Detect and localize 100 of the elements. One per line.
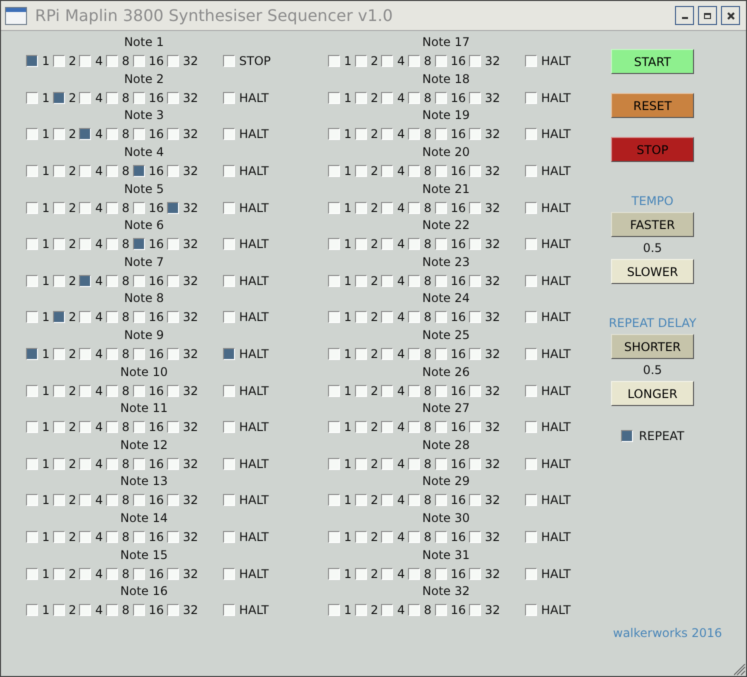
checkbox[interactable] [408,604,420,616]
checkbox[interactable] [223,92,236,104]
checkbox[interactable] [26,238,38,250]
checkbox[interactable] [106,494,118,506]
checkbox[interactable] [79,568,92,580]
checkbox[interactable] [468,494,481,506]
checkbox[interactable] [354,238,367,250]
checkbox[interactable] [166,421,179,434]
checkbox[interactable] [381,238,394,250]
checkbox[interactable] [79,238,92,250]
checkbox[interactable] [525,568,538,580]
checkbox[interactable] [223,165,236,178]
checkbox[interactable] [132,604,145,616]
checkbox[interactable] [381,494,394,506]
checkbox[interactable] [166,604,179,616]
checkbox[interactable] [525,92,538,104]
checkbox[interactable] [223,348,236,360]
checkbox[interactable] [381,348,394,360]
checkbox[interactable] [166,568,179,580]
checkbox[interactable] [408,311,420,324]
maximize-button[interactable] [698,6,717,25]
checkbox[interactable] [468,458,481,470]
checkbox[interactable] [223,494,236,506]
checkbox[interactable] [408,238,420,250]
checkbox[interactable] [52,494,65,506]
checkbox[interactable] [434,128,447,140]
checkbox[interactable] [52,55,65,68]
checkbox[interactable] [328,202,340,214]
checkbox[interactable] [408,92,420,104]
checkbox[interactable] [106,604,118,616]
checkbox[interactable] [26,128,38,140]
checkbox[interactable] [79,202,92,214]
checkbox[interactable] [408,568,420,580]
checkbox[interactable] [354,531,367,544]
checkbox[interactable] [26,311,38,324]
checkbox[interactable] [354,311,367,324]
checkbox[interactable] [223,202,236,214]
checkbox[interactable] [26,604,38,616]
checkbox[interactable] [354,384,367,397]
checkbox[interactable] [106,202,118,214]
checkbox[interactable] [106,238,118,250]
checkbox[interactable] [434,55,447,68]
checkbox[interactable] [354,568,367,580]
checkbox[interactable] [52,238,65,250]
checkbox[interactable] [328,458,340,470]
checkbox[interactable] [620,430,633,442]
action-button[interactable]: SLOWER [611,259,694,284]
checkbox[interactable] [408,384,420,397]
checkbox[interactable] [434,348,447,360]
checkbox[interactable] [468,531,481,544]
checkbox[interactable] [354,55,367,68]
checkbox[interactable] [434,604,447,616]
checkbox[interactable] [328,348,340,360]
checkbox[interactable] [328,421,340,434]
checkbox[interactable] [434,165,447,178]
checkbox[interactable] [434,384,447,397]
checkbox[interactable] [26,92,38,104]
checkbox[interactable] [223,311,236,324]
checkbox[interactable] [52,311,65,324]
checkbox[interactable] [328,604,340,616]
close-button[interactable] [721,6,740,25]
checkbox[interactable] [381,531,394,544]
checkbox[interactable] [525,274,538,287]
checkbox[interactable] [408,494,420,506]
checkbox[interactable] [166,494,179,506]
action-button[interactable]: LONGER [611,381,694,406]
checkbox[interactable] [381,384,394,397]
checkbox[interactable] [52,128,65,140]
checkbox[interactable] [26,202,38,214]
checkbox[interactable] [354,165,367,178]
checkbox[interactable] [79,531,92,544]
checkbox[interactable] [408,202,420,214]
checkbox[interactable] [166,384,179,397]
checkbox[interactable] [79,274,92,287]
checkbox[interactable] [434,458,447,470]
checkbox[interactable] [434,568,447,580]
checkbox[interactable] [132,421,145,434]
checkbox[interactable] [408,165,420,178]
checkbox[interactable] [132,128,145,140]
checkbox[interactable] [408,421,420,434]
checkbox[interactable] [26,494,38,506]
checkbox[interactable] [328,165,340,178]
checkbox[interactable] [468,421,481,434]
checkbox[interactable] [381,604,394,616]
checkbox[interactable] [354,348,367,360]
checkbox[interactable] [132,274,145,287]
checkbox[interactable] [166,55,179,68]
checkbox[interactable] [408,348,420,360]
checkbox[interactable] [354,202,367,214]
checkbox[interactable] [132,568,145,580]
checkbox[interactable] [468,202,481,214]
checkbox[interactable] [132,384,145,397]
checkbox[interactable] [354,274,367,287]
checkbox[interactable] [223,531,236,544]
checkbox[interactable] [52,348,65,360]
checkbox[interactable] [223,604,236,616]
checkbox[interactable] [132,55,145,68]
checkbox[interactable] [408,531,420,544]
checkbox[interactable] [106,568,118,580]
checkbox[interactable] [26,458,38,470]
